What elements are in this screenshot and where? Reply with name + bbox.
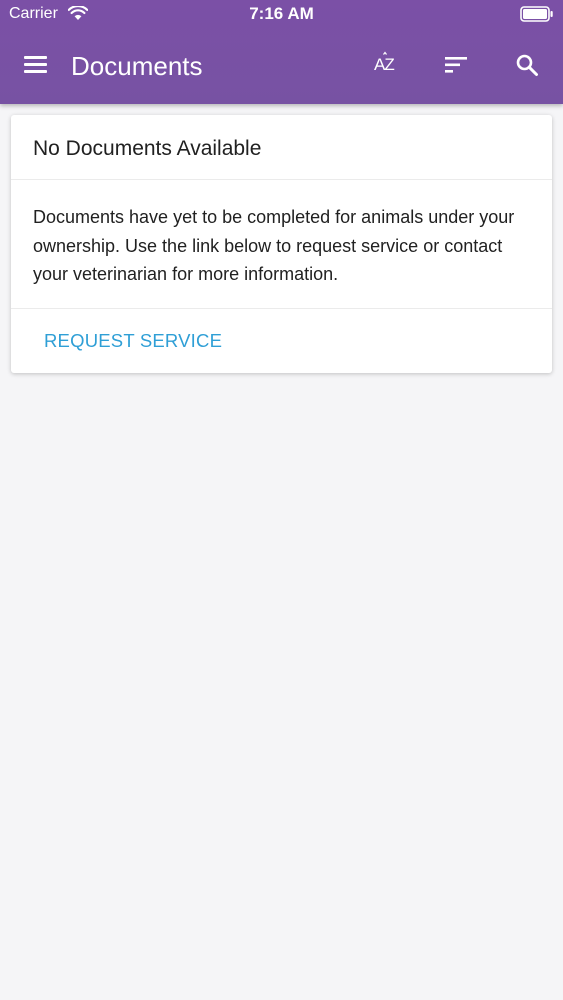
card-title: No Documents Available: [33, 137, 262, 160]
status-bar: Carrier 7:16 AM: [0, 0, 563, 28]
card-body-text: Documents have yet to be completed for a…: [33, 207, 515, 284]
battery-icon: [520, 6, 553, 22]
sort-lines-icon: [445, 57, 467, 73]
status-time: 7:16 AM: [249, 4, 314, 23]
menu-button[interactable]: [14, 44, 56, 86]
card-divider: [11, 308, 552, 309]
sort-button[interactable]: [435, 44, 477, 86]
empty-state-card: No Documents Available Documents have ye…: [11, 115, 552, 373]
sort-az-arrow-icon: [383, 51, 387, 55]
app-bar: Documents AZ: [0, 28, 563, 104]
page-title: Documents: [71, 51, 203, 81]
app-header: Carrier 7:16 AM Documents AZ: [0, 0, 563, 104]
sort-alphabetical-button[interactable]: AZ: [364, 44, 406, 86]
card-divider: [11, 179, 552, 180]
request-service-button[interactable]: REQUEST SERVICE: [31, 323, 235, 359]
hamburger-menu-icon: [24, 56, 47, 59]
hamburger-menu-icon-line: [24, 70, 47, 73]
search-button[interactable]: [506, 44, 548, 86]
search-icon: [516, 54, 538, 76]
hamburger-menu-icon-line: [24, 63, 47, 66]
